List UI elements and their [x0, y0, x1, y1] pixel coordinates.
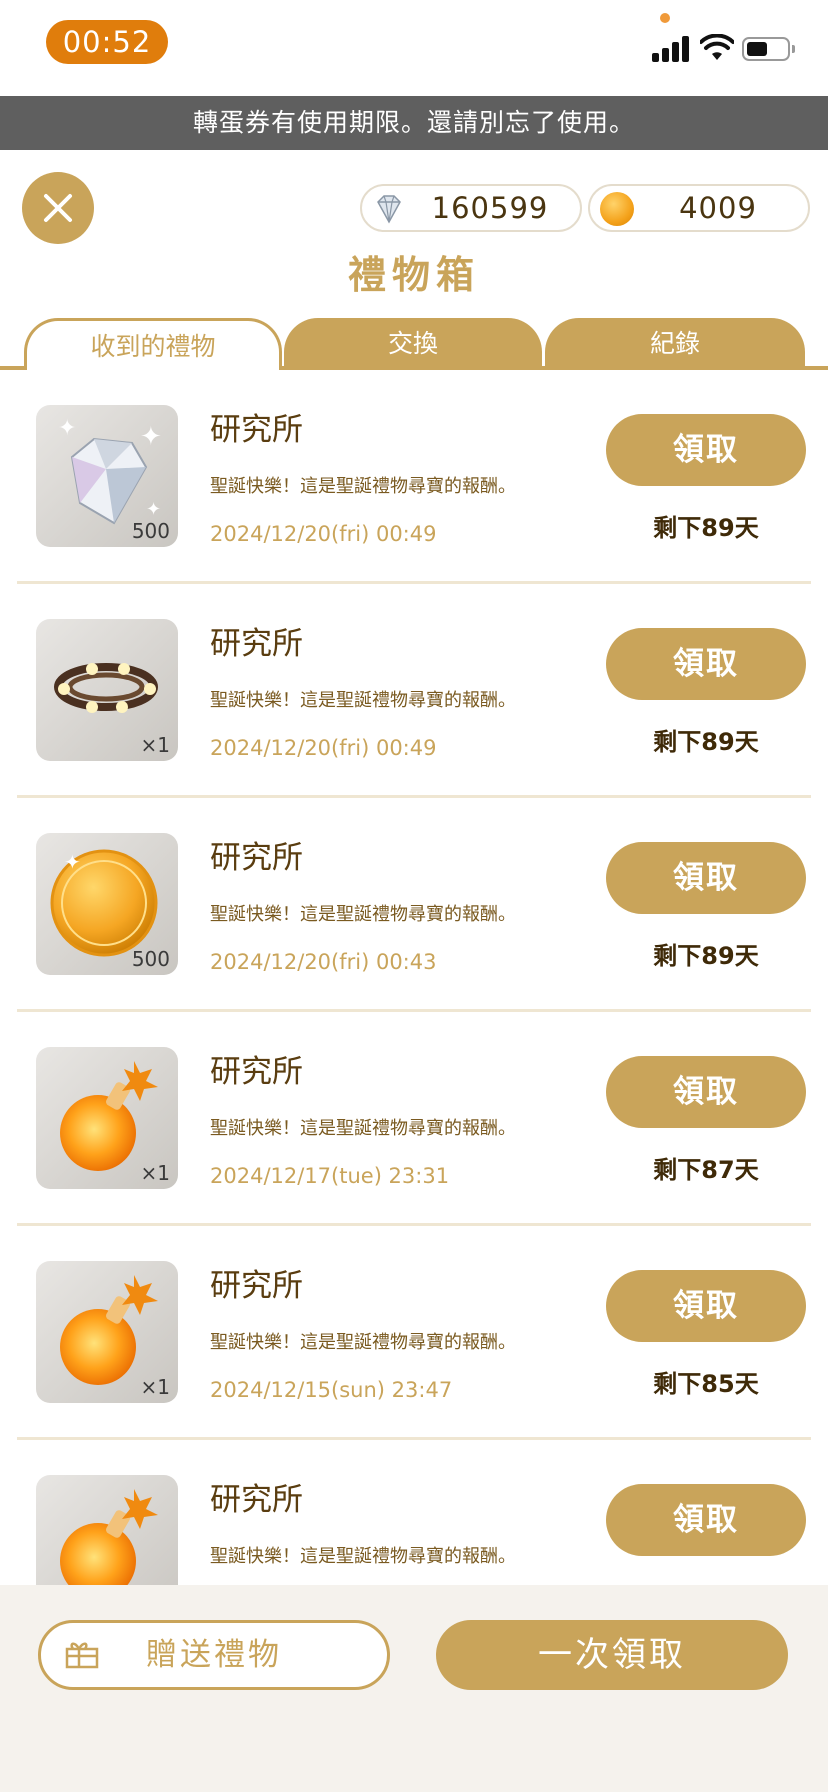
list-item: ×1 研究所 聖誕快樂！這是聖誕禮物尋寶的報酬。 2024/12/15(sun)… — [0, 1226, 828, 1440]
gift-thumbnail — [36, 1475, 178, 1585]
claim-button[interactable]: 領取 — [606, 1270, 806, 1342]
gift-thumbnail: ✦ ✦ ✦ 500 — [36, 405, 178, 547]
claim-button[interactable]: 領取 — [606, 1484, 806, 1556]
gift-expiry: 剩下85天 — [653, 1370, 759, 1398]
gem-count: 160599 — [431, 191, 549, 225]
gift-sender: 研究所 — [210, 1482, 303, 1518]
gift-sender: 研究所 — [210, 626, 303, 662]
gift-icon — [65, 1642, 99, 1669]
status-bar: 00:52 — [0, 0, 828, 96]
gift-message: 聖誕快樂！這是聖誕禮物尋寶的報酬。 — [210, 1332, 516, 1353]
gift-quantity: ×1 — [140, 1161, 170, 1185]
list-item: ×1 研究所 聖誕快樂！這是聖誕禮物尋寶的報酬。 2024/12/17(tue)… — [0, 1012, 828, 1226]
gift-message: 聖誕快樂！這是聖誕禮物尋寶的報酬。 — [210, 904, 516, 925]
coin-balance: 4009 — [588, 184, 810, 232]
gift-thumbnail: ×1 — [36, 619, 178, 761]
svg-text:✦: ✦ — [64, 850, 81, 874]
gift-date: 2024/12/17(tue) 23:31 — [210, 1164, 450, 1188]
status-time: 00:52 — [46, 20, 168, 64]
page-title: 禮物箱 — [347, 253, 480, 297]
gem-balance: 160599 — [360, 184, 582, 232]
svg-text:✦: ✦ — [140, 422, 162, 452]
gift-date: 2024/12/20(fri) 00:49 — [210, 736, 437, 760]
gift-quantity: 500 — [131, 947, 170, 971]
gift-expiry: 剩下89天 — [653, 942, 759, 970]
gift-date: 2024/12/20(fri) 00:49 — [210, 522, 437, 546]
notice-banner: 轉蛋券有使用期限。還請別忘了使用。 — [0, 96, 828, 150]
gift-sender: 研究所 — [210, 1054, 303, 1090]
coin-icon — [600, 192, 634, 226]
tab-bar: 收到的禮物 交換 紀錄 — [0, 318, 828, 370]
camera-indicator-icon — [660, 13, 670, 23]
gift-sender: 研究所 — [210, 412, 303, 448]
gift-date: 2024/12/15(sun) 23:47 — [210, 1378, 453, 1402]
gift-sender: 研究所 — [210, 1268, 303, 1304]
tab-received-gifts[interactable]: 收到的禮物 — [24, 318, 282, 370]
send-gift-label: 贈送禮物 — [146, 1637, 282, 1673]
gift-message: 聖誕快樂！這是聖誕禮物尋寶的報酬。 — [210, 476, 516, 497]
claim-button[interactable]: 領取 — [606, 842, 806, 914]
gift-message: 聖誕快樂！這是聖誕禮物尋寶的報酬。 — [210, 690, 516, 711]
gift-thumbnail: ×1 — [36, 1261, 178, 1403]
gift-expiry: 剩下89天 — [653, 728, 759, 756]
gift-expiry: 剩下89天 — [653, 514, 759, 542]
diamond-icon — [377, 195, 401, 224]
list-item: ✦ ✦ ✦ 500 研究所 聖誕快樂！這是聖誕禮物尋寶的報酬。 2024/12/… — [0, 370, 828, 584]
tab-history[interactable]: 紀錄 — [545, 318, 805, 370]
list-item: ✦ 500 研究所 聖誕快樂！這是聖誕禮物尋寶的報酬。 2024/12/20(f… — [0, 798, 828, 1012]
list-item: 研究所 聖誕快樂！這是聖誕禮物尋寶的報酬。 領取 — [0, 1440, 828, 1585]
wifi-icon — [700, 34, 734, 60]
coin-count: 4009 — [679, 191, 757, 225]
list-item: ×1 研究所 聖誕快樂！這是聖誕禮物尋寶的報酬。 2024/12/20(fri)… — [0, 584, 828, 798]
gift-message: 聖誕快樂！這是聖誕禮物尋寶的報酬。 — [210, 1546, 516, 1567]
battery-icon — [742, 37, 795, 61]
close-button[interactable] — [22, 172, 94, 244]
cellular-signal-icon — [652, 34, 692, 62]
gift-sender: 研究所 — [210, 840, 303, 876]
claim-all-button[interactable]: 一次領取 — [436, 1620, 788, 1690]
claim-button[interactable]: 領取 — [606, 414, 806, 486]
gift-message: 聖誕快樂！這是聖誕禮物尋寶的報酬。 — [210, 1118, 516, 1139]
bottom-action-bar: 贈送禮物 一次領取 — [0, 1585, 828, 1792]
claim-button[interactable]: 領取 — [606, 1056, 806, 1128]
gift-quantity: ×1 — [140, 733, 170, 757]
svg-text:✦: ✦ — [146, 499, 161, 520]
gift-list[interactable]: ✦ ✦ ✦ 500 研究所 聖誕快樂！這是聖誕禮物尋寶的報酬。 2024/12/… — [0, 370, 828, 1585]
gift-date: 2024/12/20(fri) 00:43 — [210, 950, 437, 974]
gift-quantity: ×1 — [140, 1375, 170, 1399]
gift-quantity: 500 — [131, 519, 170, 543]
gift-thumbnail: ×1 — [36, 1047, 178, 1189]
orange-potion-icon — [60, 1489, 158, 1585]
gift-thumbnail: ✦ 500 — [36, 833, 178, 975]
send-gift-button[interactable]: 贈送禮物 — [38, 1620, 390, 1690]
gift-expiry: 剩下87天 — [653, 1156, 759, 1184]
claim-button[interactable]: 領取 — [606, 628, 806, 700]
svg-text:✦: ✦ — [58, 416, 76, 441]
tab-exchange[interactable]: 交換 — [284, 318, 542, 370]
